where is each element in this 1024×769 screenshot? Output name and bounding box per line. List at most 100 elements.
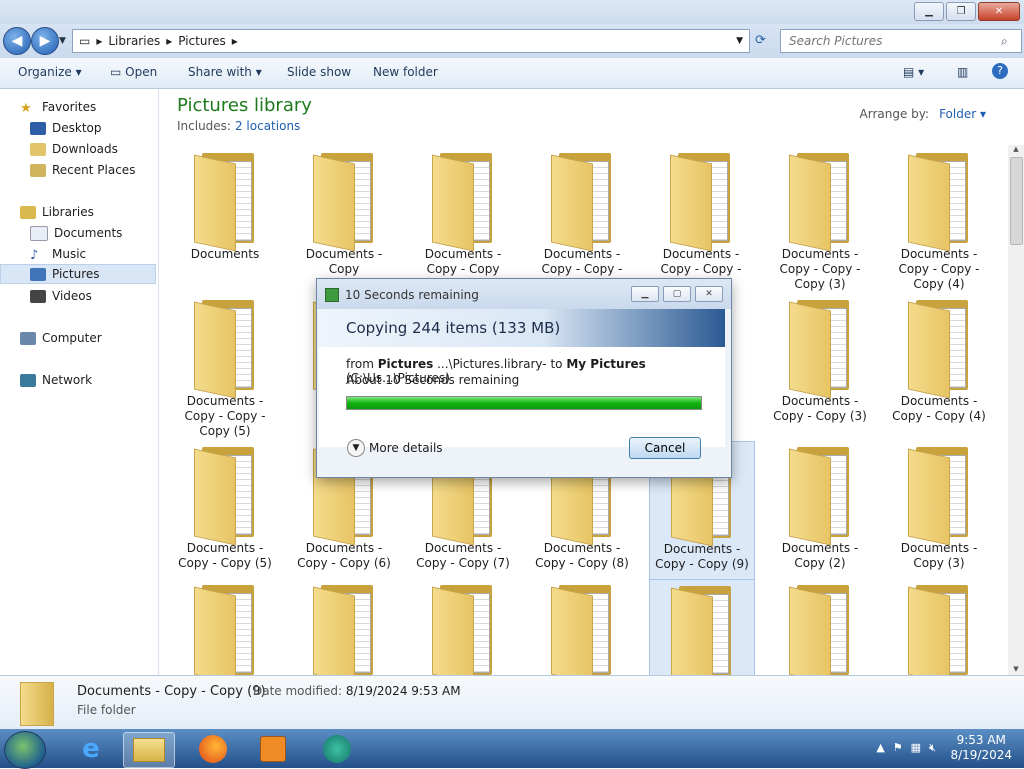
folder-item[interactable]: Documents - Copy - Copy - Copy (3) [768, 147, 872, 291]
organize-button[interactable]: Organize ▾ [18, 65, 82, 79]
folder-item[interactable]: Documents - Copy - Copy - [530, 147, 634, 287]
folder-item[interactable]: Documents - Copy - Copy - Copy (5) [173, 294, 277, 438]
folder-item[interactable]: Documents - Copy [292, 147, 396, 287]
address-bar[interactable]: ▭ ▸ Libraries ▸ Pictures ▸ ▼ [72, 29, 750, 53]
folder-item[interactable]: Documents - Copy (3) [887, 441, 991, 581]
media-player-icon[interactable] [248, 732, 298, 766]
folder-item[interactable] [530, 579, 634, 675]
recent-places-icon [30, 163, 46, 177]
nav-libraries[interactable]: Libraries [20, 202, 176, 222]
slide-show-button[interactable]: Slide show [287, 65, 351, 79]
folder-item[interactable]: Documents - Copy - Copy [411, 147, 515, 287]
progress-fill [347, 397, 701, 409]
search-icon[interactable]: ⌕ [1001, 34, 1008, 49]
windows-explorer-icon[interactable] [123, 732, 175, 768]
network-status-icon[interactable]: ▦ [911, 741, 921, 755]
modified-label: Date modified: [253, 684, 343, 698]
folder-icon [313, 585, 375, 675]
nav-computer[interactable]: Computer [20, 328, 176, 348]
breadcrumb-libraries[interactable]: Libraries [108, 34, 160, 48]
folder-icon [20, 682, 54, 726]
nav-music-label: Music [52, 247, 87, 261]
nav-network[interactable]: Network [20, 370, 176, 390]
view-options-icon[interactable]: ▤ ▾ [903, 65, 924, 79]
forward-button[interactable]: ▶ [31, 27, 59, 55]
scroll-down-icon[interactable]: ▼ [1008, 665, 1024, 673]
folder-item[interactable] [292, 579, 396, 675]
share-with-button[interactable]: Share with ▾ [188, 65, 262, 79]
open-label: Open [125, 65, 158, 79]
folder-label: Documents - Copy (3) [900, 541, 978, 570]
scrollbar-thumb[interactable] [1010, 157, 1023, 245]
folder-item[interactable] [411, 579, 515, 675]
volume-muted-icon[interactable]: 🔇︎ [929, 741, 936, 755]
nav-pictures[interactable]: Pictures [0, 264, 156, 284]
folder-label: Documents - Copy [305, 247, 383, 276]
breadcrumb-pictures[interactable]: Pictures [178, 34, 226, 48]
vertical-scrollbar[interactable]: ▲ ▼ [1008, 145, 1024, 675]
show-hidden-icons-icon[interactable]: ▲ [876, 741, 884, 755]
preview-pane-icon[interactable]: ▥ [957, 65, 968, 79]
folder-item[interactable]: Documents - Copy - Copy (4) [887, 294, 991, 434]
folder-item[interactable] [887, 579, 991, 675]
address-dropdown-icon[interactable]: ▼ [736, 36, 743, 46]
back-button[interactable]: ◀ [3, 27, 31, 55]
search-box[interactable]: ⌕ [780, 29, 1022, 53]
maximize-button[interactable]: ❐ [946, 2, 976, 21]
arrange-dropdown[interactable]: Folder ▾ [939, 107, 986, 121]
cancel-button[interactable]: Cancel [629, 437, 701, 459]
clock-date: 8/19/2024 [950, 748, 1012, 762]
folder-item[interactable]: Documents - Copy - Copy - [649, 147, 753, 287]
nav-favorites-label: Favorites [42, 100, 97, 114]
clock[interactable]: 9:53 AM 8/19/2024 [950, 733, 1012, 763]
more-details-label: More details [369, 441, 443, 455]
folder-item[interactable]: Documents - Copy - Copy - Copy (4) [887, 147, 991, 291]
new-folder-button[interactable]: New folder [373, 65, 438, 79]
to-destination-link[interactable]: My Pictures [566, 357, 645, 371]
folder-item[interactable]: Documents [173, 147, 277, 287]
dialog-close-button[interactable]: ✕ [695, 286, 723, 302]
close-button[interactable]: ✕ [978, 2, 1020, 21]
breadcrumb-sep-icon[interactable]: ▸ [232, 34, 238, 48]
folder-icon [432, 153, 494, 252]
folder-label: Documents - Copy - Copy (4) [892, 394, 986, 423]
recent-pages-icon[interactable]: ▼ [59, 36, 66, 46]
folder-label: Documents - Copy - Copy - [541, 247, 623, 276]
minimize-button[interactable]: ▁ [914, 2, 944, 21]
folder-icon [194, 447, 256, 546]
locations-link[interactable]: 2 locations [235, 119, 300, 133]
flag-icon[interactable]: ⚑ [893, 741, 903, 755]
breadcrumb-sep-icon[interactable]: ▸ [96, 34, 102, 48]
folder-item[interactable]: Documents - Copy - Copy (5) [173, 441, 277, 581]
clock-time: 9:53 AM [956, 733, 1006, 747]
nav-computer-label: Computer [42, 331, 102, 345]
dialog-heading: Copying 244 items (133 MB) [346, 319, 561, 337]
more-details-toggle[interactable]: ▼ More details [347, 439, 443, 457]
breadcrumb-sep-icon[interactable]: ▸ [166, 34, 172, 48]
nav-favorites[interactable]: ★ Favorites [20, 97, 176, 117]
folder-item[interactable] [649, 579, 755, 675]
folder-item[interactable] [173, 579, 277, 675]
selected-item-type: File folder [77, 703, 136, 717]
from-mid: ...\Pictures.library- to [437, 357, 563, 371]
refresh-icon[interactable]: ⟳ [755, 33, 766, 48]
open-button[interactable]: ▭ Open [110, 65, 157, 79]
internet-explorer-icon[interactable]: e [66, 732, 116, 766]
dialog-maximize-button[interactable]: ▢ [663, 286, 691, 302]
start-button[interactable] [4, 731, 46, 769]
from-source-link[interactable]: Pictures [378, 357, 434, 371]
app-icon[interactable] [312, 732, 362, 766]
progress-bar [346, 396, 702, 410]
folder-item[interactable] [768, 579, 872, 675]
copy-progress-dialog: 10 Seconds remaining ▁ ▢ ✕ Copying 244 i… [316, 278, 732, 478]
folder-item[interactable]: Documents - Copy (2) [768, 441, 872, 581]
folder-icon [551, 153, 613, 252]
folder-item[interactable]: Documents - Copy - Copy (3) [768, 294, 872, 434]
help-icon[interactable]: ? [992, 63, 1008, 79]
search-input[interactable] [787, 33, 1001, 49]
scroll-up-icon[interactable]: ▲ [1008, 145, 1024, 153]
modified-value: 8/19/2024 9:53 AM [345, 684, 461, 698]
firefox-icon[interactable] [188, 732, 238, 766]
folder-label: Documents - Copy - Copy (3) [773, 394, 867, 423]
dialog-minimize-button[interactable]: ▁ [631, 286, 659, 302]
